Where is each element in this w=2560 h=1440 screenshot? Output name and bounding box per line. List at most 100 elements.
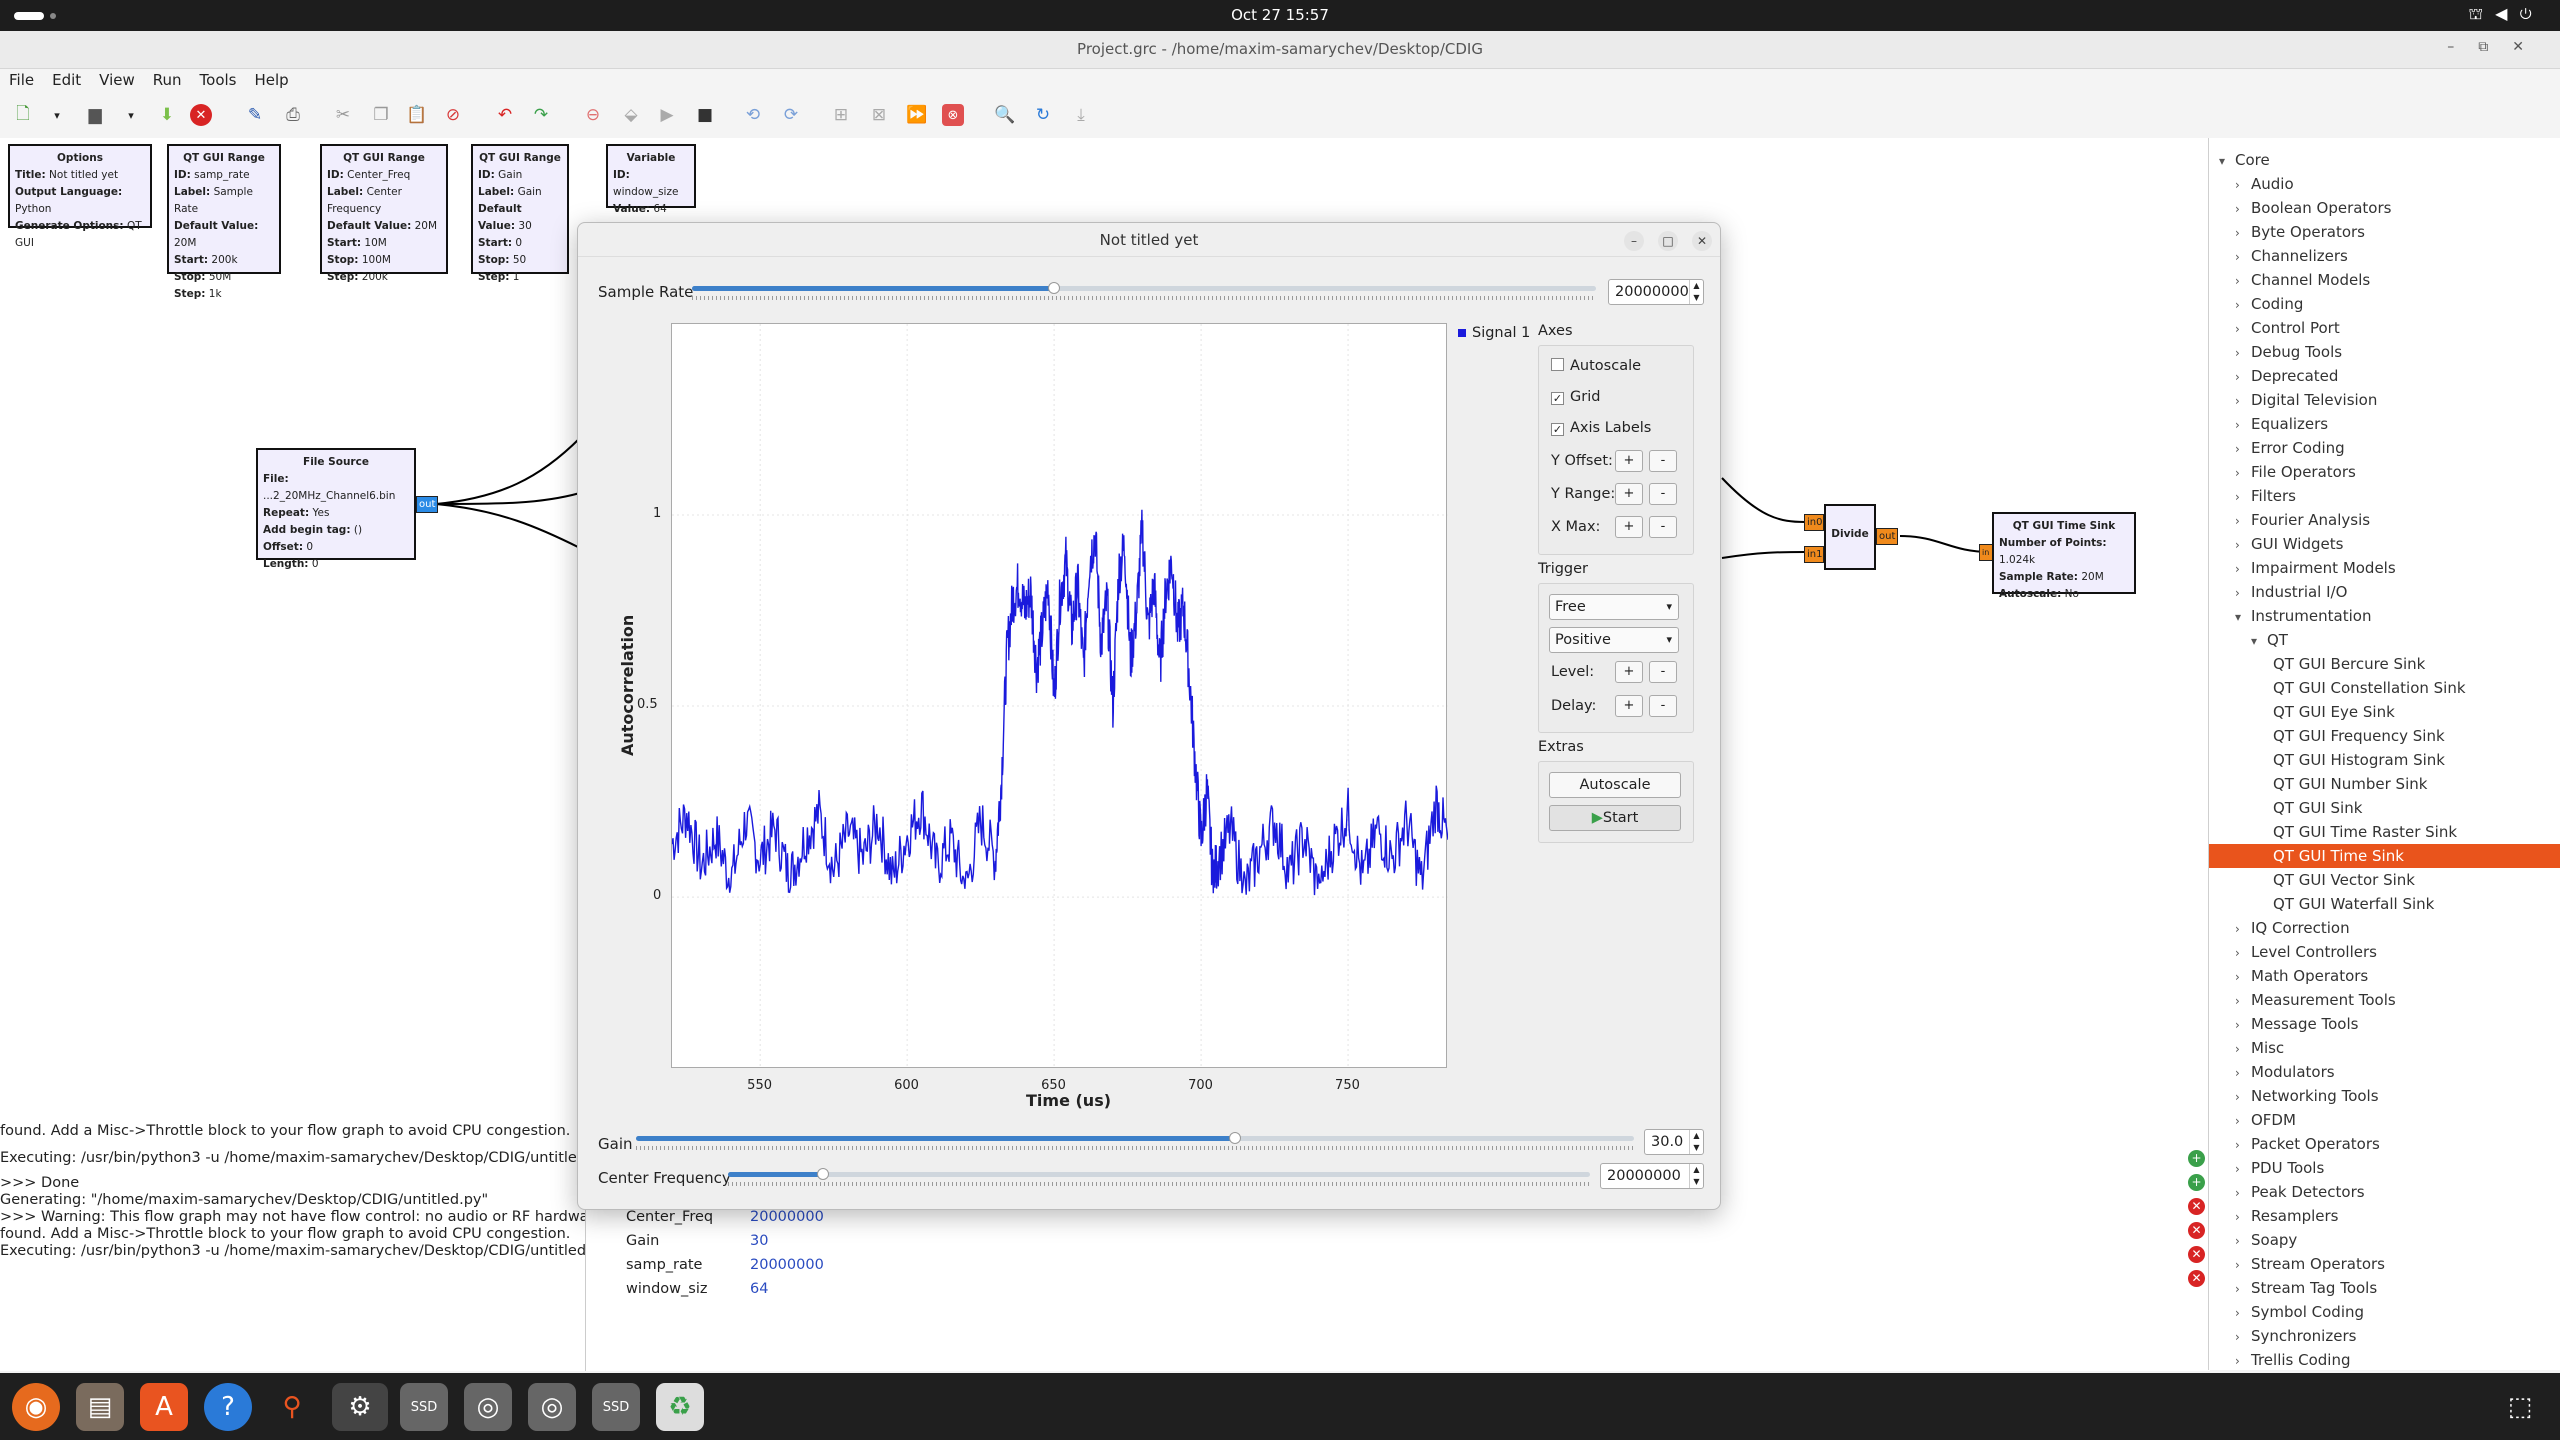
- rotate-cw-icon[interactable]: ⟳: [778, 102, 804, 128]
- chevron-right-icon[interactable]: ›: [2235, 461, 2251, 485]
- tree-item[interactable]: › Boolean Operators: [2209, 196, 2560, 220]
- reload-icon[interactable]: ↻: [1030, 102, 1056, 128]
- remove-icon[interactable]: ✕: [2188, 1198, 2205, 1215]
- grid-checkbox[interactable]: ✓ Grid: [1551, 389, 1600, 405]
- start-button[interactable]: ▶Start: [1549, 805, 1681, 831]
- chevron-right-icon[interactable]: ›: [2235, 485, 2251, 509]
- time-plot[interactable]: [671, 323, 1449, 1069]
- chevron-right-icon[interactable]: ›: [2235, 293, 2251, 317]
- qt-gui-window[interactable]: Not titled yet – □ ✕ Sample Rate 2000000…: [577, 222, 1721, 1210]
- chevron-right-icon[interactable]: ›: [2235, 245, 2251, 269]
- tree-item[interactable]: QT GUI Number Sink: [2209, 772, 2560, 796]
- close-icon[interactable]: ✕: [2512, 39, 2548, 55]
- chevron-right-icon[interactable]: ›: [2235, 269, 2251, 293]
- chevron-right-icon[interactable]: ›: [2235, 365, 2251, 389]
- tree-item[interactable]: › Trellis Coding: [2209, 1348, 2560, 1370]
- tree-item[interactable]: QT GUI Bercure Sink: [2209, 652, 2560, 676]
- gain-slider[interactable]: [636, 1132, 1634, 1144]
- cut-icon[interactable]: ✂: [330, 102, 356, 128]
- chevron-right-icon[interactable]: ›: [2235, 581, 2251, 605]
- divide-out-port[interactable]: out: [1876, 528, 1898, 545]
- menu-run[interactable]: Run: [144, 69, 191, 91]
- tree-item[interactable]: › Modulators: [2209, 1060, 2560, 1084]
- add-icon[interactable]: +: [2188, 1150, 2205, 1167]
- chevron-right-icon[interactable]: ›: [2235, 1325, 2251, 1349]
- tree-item[interactable]: QT GUI Histogram Sink: [2209, 748, 2560, 772]
- new-file-icon[interactable]: 🗋: [10, 102, 36, 128]
- tree-item[interactable]: › Level Controllers: [2209, 940, 2560, 964]
- tree-item[interactable]: ▾ Core: [2209, 148, 2560, 172]
- chevron-right-icon[interactable]: ›: [2235, 1253, 2251, 1277]
- chevron-right-icon[interactable]: ›: [2235, 1133, 2251, 1157]
- chevron-right-icon[interactable]: ›: [2235, 173, 2251, 197]
- trigger-level-minus-button[interactable]: -: [1649, 661, 1677, 683]
- copy-icon[interactable]: ❐: [368, 102, 394, 128]
- tree-item[interactable]: QT GUI Time Sink: [2209, 844, 2560, 868]
- stop-icon[interactable]: ■: [692, 102, 718, 128]
- qt-gui-time-sink-block[interactable]: QT GUI Time Sink Number of Points: 1.024…: [1992, 512, 2136, 600]
- chevron-right-icon[interactable]: ›: [2235, 1109, 2251, 1133]
- chevron-right-icon[interactable]: ›: [2235, 1205, 2251, 1229]
- divide-in1-port[interactable]: in1: [1804, 546, 1824, 563]
- sample-rate-spinbox[interactable]: 20000000 ▲ ▼: [1608, 279, 1704, 305]
- tree-item[interactable]: › GUI Widgets: [2209, 532, 2560, 556]
- chevron-right-icon[interactable]: ›: [2235, 533, 2251, 557]
- chevron-right-icon[interactable]: ›: [2235, 341, 2251, 365]
- tree-item[interactable]: QT GUI Frequency Sink: [2209, 724, 2560, 748]
- center-frequency-spinbox[interactable]: 20000000 ▲ ▼: [1600, 1163, 1704, 1189]
- tree-item[interactable]: › Audio: [2209, 172, 2560, 196]
- export-icon[interactable]: ⤓: [1068, 102, 1094, 128]
- tree-item[interactable]: › OFDM: [2209, 1108, 2560, 1132]
- remove-icon[interactable]: ✕: [2188, 1246, 2205, 1263]
- forward-icon[interactable]: ⏩: [904, 102, 930, 128]
- chevron-down-icon[interactable]: ▾: [2219, 149, 2235, 173]
- file-source-block[interactable]: File Source File: ...2_20MHz_Channel6.bi…: [256, 448, 416, 570]
- variable-row[interactable]: window_siz 64: [626, 1281, 768, 1297]
- checkmark-icon[interactable]: ✓: [1551, 423, 1564, 436]
- y-range-minus-button[interactable]: -: [1649, 483, 1677, 505]
- execute-icon[interactable]: ▶: [654, 102, 680, 128]
- show-apps-icon[interactable]: ⬚: [2496, 1383, 2544, 1431]
- chevron-right-icon[interactable]: ›: [2235, 989, 2251, 1013]
- chevron-down-icon[interactable]: ▾: [2251, 629, 2267, 653]
- chevron-right-icon[interactable]: ›: [2235, 1277, 2251, 1301]
- trigger-delay-minus-button[interactable]: -: [1649, 695, 1677, 717]
- disable-icon[interactable]: ⊖: [580, 102, 606, 128]
- unhierarchy-icon[interactable]: ⊠: [866, 102, 892, 128]
- close-icon[interactable]: ✕: [1692, 231, 1712, 251]
- tree-item[interactable]: QT GUI Waterfall Sink: [2209, 892, 2560, 916]
- tree-item[interactable]: › Industrial I/O: [2209, 580, 2560, 604]
- redo-icon[interactable]: ↷: [528, 102, 554, 128]
- chevron-right-icon[interactable]: ›: [2235, 1037, 2251, 1061]
- qt-gui-range-block-gain[interactable]: QT GUI Range ID: Gain Label: Gain Defaul…: [471, 144, 569, 283]
- options-block[interactable]: Options Title: Not titled yet Output Lan…: [8, 144, 152, 249]
- find-block-icon[interactable]: 🔍: [992, 102, 1018, 128]
- tree-item[interactable]: › Measurement Tools: [2209, 988, 2560, 1012]
- legend[interactable]: Signal 1: [1458, 325, 1530, 341]
- disc-icon[interactable]: ◎: [464, 1383, 512, 1431]
- qt-gui-range-block-samp-rate[interactable]: QT GUI Range ID: samp_rate Label: Sample…: [167, 144, 281, 300]
- tree-item[interactable]: ▾ QT: [2209, 628, 2560, 652]
- tree-item[interactable]: › Equalizers: [2209, 412, 2560, 436]
- tree-item[interactable]: › Filters: [2209, 484, 2560, 508]
- close-file-icon[interactable]: ✕: [190, 104, 212, 126]
- slider-handle[interactable]: [816, 1168, 829, 1180]
- menu-view[interactable]: View: [90, 69, 144, 91]
- tree-item[interactable]: › Digital Television: [2209, 388, 2560, 412]
- tree-item[interactable]: › Fourier Analysis: [2209, 508, 2560, 532]
- chevron-right-icon[interactable]: ›: [2235, 1085, 2251, 1109]
- restore-icon[interactable]: ⧉: [2478, 39, 2512, 55]
- tree-item[interactable]: QT GUI Vector Sink: [2209, 868, 2560, 892]
- x-max-minus-button[interactable]: -: [1649, 516, 1677, 538]
- edit-properties-icon[interactable]: ✎: [242, 102, 268, 128]
- paste-icon[interactable]: 📋: [404, 102, 430, 128]
- tree-item[interactable]: › Peak Detectors: [2209, 1180, 2560, 1204]
- tree-item[interactable]: › Debug Tools: [2209, 340, 2560, 364]
- add-icon[interactable]: +: [2188, 1174, 2205, 1191]
- trigger-slope-select[interactable]: Positive: [1549, 627, 1679, 653]
- chevron-right-icon[interactable]: ›: [2235, 389, 2251, 413]
- tree-item[interactable]: › Networking Tools: [2209, 1084, 2560, 1108]
- chevron-right-icon[interactable]: ›: [2235, 413, 2251, 437]
- tree-item[interactable]: › Control Port: [2209, 316, 2560, 340]
- chevron-right-icon[interactable]: ›: [2235, 1157, 2251, 1181]
